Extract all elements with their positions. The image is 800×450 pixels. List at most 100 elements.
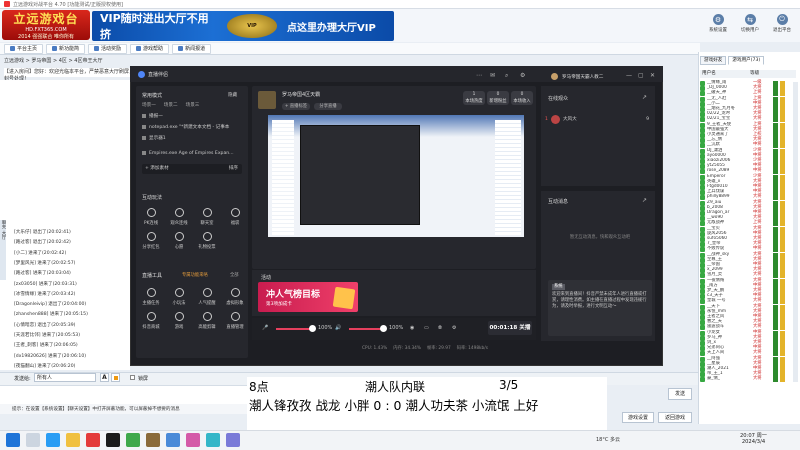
close-icon[interactable]: ✕ — [650, 72, 655, 79]
lucky-bag-button[interactable]: 福袋 — [224, 208, 246, 228]
browser-icon[interactable] — [46, 433, 60, 447]
red-packet-button[interactable]: 分享红包 — [140, 232, 162, 252]
user-row[interactable]: 豪_情_ 大将 — [700, 376, 796, 383]
stat-label: 本场收入 — [513, 99, 531, 104]
app-icon[interactable] — [186, 433, 200, 447]
exit-platform-button[interactable]: ⏻ 退出平台 — [768, 14, 796, 40]
start-icon[interactable] — [6, 433, 20, 447]
record-icon[interactable]: ⦾ — [438, 325, 442, 331]
expand-icon[interactable]: ↗ — [642, 94, 647, 101]
tab-news[interactable]: 新闻报道 — [172, 43, 212, 54]
stream-tag-button[interactable]: + 直播标签 — [282, 103, 310, 110]
speaker-volume-slider[interactable] — [349, 328, 382, 330]
column-level[interactable]: 等级 — [748, 70, 796, 78]
weather-widget[interactable]: 18°C 多云 — [596, 436, 620, 443]
chat-target-select[interactable]: 所有人 — [34, 373, 96, 382]
screen-icon[interactable]: ▭ — [424, 325, 429, 331]
popularity-button[interactable]: 人气提醒 — [196, 288, 218, 308]
search-icon[interactable]: ⌕ — [505, 72, 508, 80]
wechat-icon[interactable] — [126, 433, 140, 447]
notepad-icon[interactable] — [166, 433, 180, 447]
return-game-button[interactable]: 返回游戏 — [658, 412, 692, 423]
system-settings-button[interactable]: ⚙ 系统设置 — [704, 14, 732, 40]
mic-volume-knob[interactable] — [309, 325, 316, 332]
douyin-icon[interactable] — [106, 433, 120, 447]
speaker-icon[interactable]: 🔊 — [335, 325, 341, 331]
game-settings-button[interactable]: 游戏设置 — [622, 412, 654, 423]
menu-icon[interactable]: ⋯ — [476, 72, 482, 79]
lock-screen-checkbox[interactable] — [130, 375, 135, 380]
app-icon[interactable] — [206, 433, 220, 447]
font-format-button[interactable]: A — [100, 373, 109, 382]
tab-scene-2[interactable]: 场景二 — [164, 102, 178, 108]
bitrate: 码率: 1498kb/s — [456, 346, 488, 351]
platform-logo[interactable]: 立远游戏台 HD.FXT365.COM 2014 强强联合 唯你所有 — [2, 10, 90, 40]
mic-volume-slider[interactable] — [276, 328, 312, 330]
games-button[interactable]: 游戏 — [168, 312, 190, 332]
maximize-icon[interactable]: ▢ — [638, 72, 644, 79]
speaker-volume-knob[interactable] — [380, 325, 387, 332]
source-item[interactable]: 显示器1 — [142, 134, 242, 142]
expand-icon[interactable]: ↗ — [642, 197, 647, 204]
chat-line: [天涯若比邻] 进来了(20:05:53) — [14, 333, 81, 338]
vip-ad-banner[interactable]: VIP随时进出大厅不用挤 VIP 点这里办理大厅VIP — [92, 11, 394, 41]
rank-icon: 1 — [545, 116, 548, 122]
tab-label: 平台主页 — [17, 46, 38, 52]
minimize-icon[interactable]: — — [626, 72, 632, 79]
stat-value: 1 — [472, 92, 476, 97]
popularity-goal-banner[interactable]: 冲人气榜目标 第3项加成卡 — [258, 282, 358, 312]
tab-friends[interactable]: 游戏好友 — [700, 56, 727, 65]
search-icon[interactable] — [26, 433, 40, 447]
sort-button[interactable]: 排序 — [229, 164, 242, 174]
gift-vote-button[interactable]: 礼物投票 — [196, 232, 218, 252]
settings-dial-icon[interactable]: ⚙ — [452, 325, 456, 331]
game-icon — [174, 288, 184, 297]
notification-icon[interactable]: ✉ — [490, 72, 495, 79]
tools-all-button[interactable]: 全部 — [230, 272, 239, 278]
tab-help[interactable]: 游戏帮助 — [130, 43, 170, 54]
game-platform-icon[interactable] — [86, 433, 100, 447]
camera-icon[interactable]: ◉ — [410, 325, 414, 331]
share-stream-button[interactable]: 分享直播 — [314, 103, 342, 110]
mic-icon[interactable]: 🎤 — [262, 325, 268, 331]
streamer-avatar[interactable] — [258, 91, 276, 109]
send-button[interactable]: 发送 — [668, 388, 692, 400]
settings-icon[interactable]: ⚙ — [520, 72, 525, 79]
switch-user-button[interactable]: ⇆ 切换用户 — [736, 14, 764, 40]
shop-button[interactable]: 抖音商城 — [140, 312, 162, 332]
tab-new-features[interactable]: 新功能简 — [46, 43, 86, 54]
host-task-button[interactable]: 主播任务 — [140, 288, 162, 308]
avatar[interactable] — [551, 73, 558, 80]
system-clock[interactable]: 20:07 周一 2024/3/4 — [740, 432, 767, 445]
tab-home[interactable]: 平台主页 — [4, 43, 44, 54]
app-icon[interactable] — [226, 433, 240, 447]
source-group-header[interactable]: 播报一 — [142, 112, 242, 120]
clip-button[interactable]: 高能剪辑 — [196, 312, 218, 332]
mini-game-button[interactable]: 小玩法 — [168, 288, 190, 308]
chatroom-button[interactable]: 聊天室 — [196, 208, 218, 228]
source-item[interactable]: notepad.exe "*新建文本文档 - 记事本 — [142, 123, 242, 131]
font-color-button[interactable] — [111, 373, 120, 382]
scene-hide-button[interactable]: 隐藏 — [228, 92, 237, 98]
add-source-button[interactable]: + 添加素材 排序 — [142, 164, 242, 174]
wish-button[interactable]: 心愿 — [168, 232, 190, 252]
audience-row[interactable]: 1 大风大 9 — [545, 113, 649, 125]
tab-game-users[interactable]: 游戏用户(73) — [728, 56, 765, 65]
tab-rewards[interactable]: 活动奖励 — [88, 43, 128, 54]
user-list-scrollbar[interactable] — [793, 82, 798, 382]
source-item[interactable]: Empires.exe Age of Empires Expan... — [142, 149, 242, 157]
stream-manage-button[interactable]: 直播管理 — [224, 312, 246, 332]
gamepad-icon — [174, 312, 184, 321]
folder-icon[interactable] — [66, 433, 80, 447]
avatar-button[interactable]: 虚拟形象 — [224, 288, 246, 308]
chat-input[interactable] — [0, 385, 248, 405]
empires-icon[interactable] — [146, 433, 160, 447]
tab-scene-3[interactable]: 场景三 — [186, 102, 200, 108]
end-stream-button[interactable]: 00:01:18 关播 — [488, 321, 532, 335]
audience-link-button[interactable]: 观众连线 — [168, 208, 190, 228]
tab-scene-1[interactable]: 场景一 — [142, 102, 156, 108]
side-tabs[interactable]: 聊天 大厅 — [0, 220, 6, 280]
column-username[interactable]: 用户名 — [700, 70, 748, 78]
chat-line: [小二] 进来了(20:02:42) — [14, 250, 67, 256]
pk-button[interactable]: PK连线 — [140, 208, 162, 228]
